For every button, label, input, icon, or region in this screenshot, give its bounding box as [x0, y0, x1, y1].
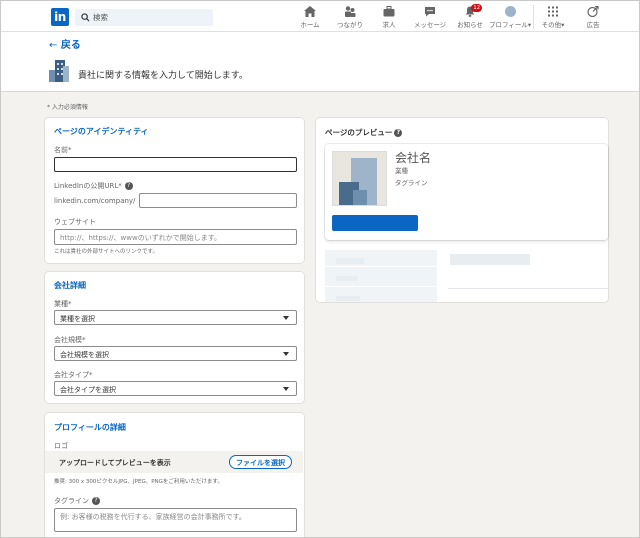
- name-label: 名前*: [54, 146, 72, 154]
- compass-icon: [587, 6, 599, 17]
- tagline-field[interactable]: 例: お客様の税務を代行する、家族経営の会計事務所です。: [54, 508, 297, 532]
- industry-label: 業種*: [54, 300, 72, 308]
- url-prefix: linkedin.com/company/: [54, 197, 136, 205]
- chevron-down-icon: [283, 352, 289, 356]
- chevron-down-icon: [283, 387, 289, 391]
- top-nav: in 検索 ホーム つながり 求人 メッセージ 12 お知らせ プロフィール▾ …: [1, 1, 639, 32]
- nav-network-label: つながり: [337, 21, 363, 29]
- nav-messaging-label: メッセージ: [413, 21, 447, 29]
- type-select[interactable]: 会社タイプを選択: [54, 381, 297, 396]
- preview-card: ページのプレビュー? 会社名 業種 タグライン: [316, 118, 608, 302]
- preview-logo-placeholder: [332, 151, 387, 206]
- nav-divider: [533, 5, 534, 29]
- company-details-card: 会社詳細 業種* 業種を選択 会社規模* 会社規模を選択 会社タイプ* 会社タイ…: [45, 272, 304, 403]
- profile-details-title: プロフィールの詳細: [54, 423, 126, 432]
- home-icon: [304, 6, 316, 17]
- building-placeholder-icon: [339, 158, 377, 205]
- upload-text: アップロードしてプレビューを表示: [59, 459, 171, 467]
- identity-title: ページのアイデンティティ: [54, 127, 149, 136]
- industry-select[interactable]: 業種を選択: [54, 310, 297, 325]
- message-icon: [425, 7, 435, 17]
- preview-tagline: タグライン: [395, 179, 428, 187]
- size-value: 会社規模を選択: [60, 351, 109, 359]
- back-label: 戻る: [60, 40, 81, 51]
- help-icon[interactable]: ?: [394, 129, 403, 137]
- logo-upload-area: アップロードしてプレビューを表示 ファイルを選択: [45, 451, 303, 473]
- search-icon: [81, 13, 90, 22]
- nav-ads[interactable]: 広告: [581, 6, 605, 30]
- url-field[interactable]: [139, 193, 297, 208]
- help-icon[interactable]: ?: [124, 182, 133, 190]
- nav-profile-label: プロフィール▾: [489, 21, 532, 29]
- name-field[interactable]: [54, 157, 297, 172]
- skeleton-divider: [448, 288, 608, 289]
- skeleton-bar: [336, 258, 364, 264]
- type-value: 会社タイプを選択: [60, 386, 116, 394]
- nav-notifications-label: お知らせ: [457, 21, 483, 29]
- preview-follow-button: [332, 215, 418, 231]
- page-frame: in 検索 ホーム つながり 求人 メッセージ 12 お知らせ プロフィール▾ …: [0, 0, 640, 538]
- industry-value: 業種を選択: [60, 315, 95, 323]
- skeleton-bar: [336, 276, 358, 281]
- website-helper: これは貴社の外部サイトへのリンクです。: [54, 249, 158, 255]
- nav-ads-label: 広告: [586, 21, 600, 29]
- skeleton-divider: [325, 286, 437, 287]
- briefcase-icon: [383, 6, 395, 17]
- help-icon[interactable]: ?: [92, 497, 100, 505]
- logo-label: ロゴ: [54, 442, 68, 450]
- nav-more-label: その他▾: [541, 21, 565, 29]
- tagline-label: タグライン?: [54, 496, 100, 506]
- back-link[interactable]: ← 戻る: [49, 36, 81, 51]
- nav-notifications[interactable]: 12 お知らせ: [455, 4, 485, 30]
- chevron-down-icon: [283, 316, 289, 320]
- skeleton-bar: [450, 254, 530, 265]
- preview-industry: 業種: [395, 167, 408, 175]
- page-header: ← 戻る 貴社に関する情報を入力して開始します。: [1, 32, 639, 92]
- preview-company-card: 会社名 業種 タグライン: [325, 144, 608, 240]
- profile-details-card: プロフィールの詳細 ロゴ アップロードしてプレビューを表示 ファイルを選択 推奨…: [45, 413, 304, 537]
- people-icon: [345, 6, 356, 17]
- nav-home[interactable]: ホーム: [297, 6, 323, 30]
- skeleton-bar: [336, 296, 360, 301]
- search-bar[interactable]: 検索: [75, 9, 213, 26]
- grid-icon: [548, 6, 558, 17]
- website-field[interactable]: http://、https://、wwwのいずれかで開始します。: [54, 229, 297, 245]
- preview-title: ページのプレビュー?: [325, 127, 403, 138]
- company-details-title: 会社詳細: [54, 281, 86, 290]
- nav-jobs[interactable]: 求人: [377, 6, 401, 30]
- type-label: 会社タイプ*: [54, 371, 93, 379]
- company-building-icon: [49, 60, 69, 82]
- required-note: * 入力必須情報: [47, 104, 88, 111]
- nav-more[interactable]: その他▾: [539, 6, 567, 30]
- nav-home-label: ホーム: [300, 21, 320, 29]
- back-arrow-icon: ←: [49, 40, 58, 51]
- identity-card: ページのアイデンティティ 名前* LinkedInの公開URL*? linked…: [45, 118, 304, 263]
- choose-file-button[interactable]: ファイルを選択: [229, 455, 292, 469]
- skeleton-divider: [325, 266, 437, 267]
- size-label: 会社規模*: [54, 336, 86, 344]
- intro-text: 貴社に関する情報を入力して開始します。: [78, 71, 248, 81]
- nav-messaging[interactable]: メッセージ: [413, 6, 447, 30]
- size-select[interactable]: 会社規模を選択: [54, 346, 297, 361]
- url-label: LinkedInの公開URL*?: [54, 181, 133, 191]
- notification-badge: 12: [471, 4, 483, 12]
- linkedin-logo[interactable]: in: [51, 8, 69, 26]
- nav-profile[interactable]: プロフィール▾: [489, 6, 531, 30]
- avatar-icon: [504, 6, 516, 17]
- website-label: ウェブサイト: [54, 218, 96, 226]
- upload-helper: 推奨: 300 x 300ピクセルJPG、JPEG、PNGをご利用いただけます。: [54, 479, 223, 485]
- preview-company-name: 会社名: [395, 151, 432, 165]
- nav-network[interactable]: つながり: [335, 6, 365, 30]
- nav-jobs-label: 求人: [382, 21, 396, 29]
- search-placeholder: 検索: [93, 13, 108, 22]
